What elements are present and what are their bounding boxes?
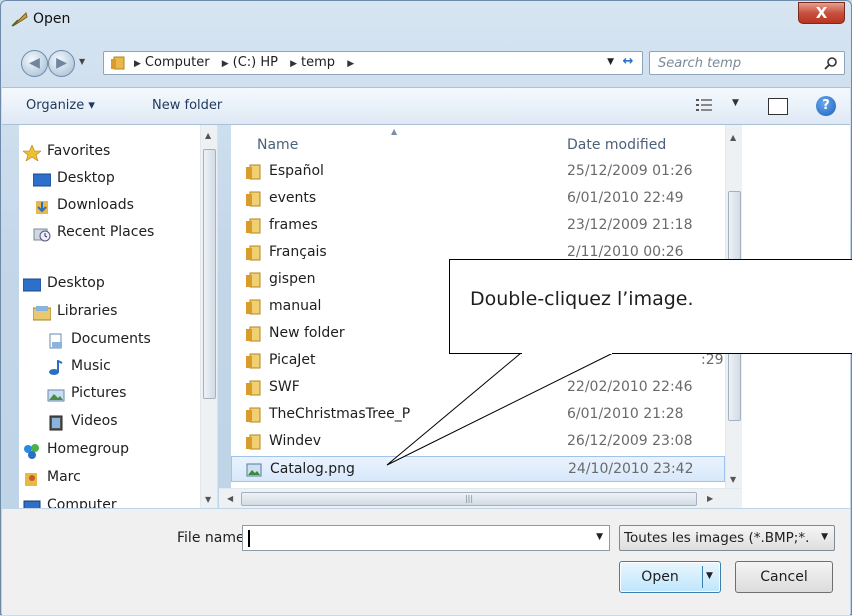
list-item[interactable]: SWF 22/02/2010 22:46	[231, 375, 725, 401]
open-button-label: Open	[641, 569, 679, 585]
scroll-down-icon[interactable]: ▼	[205, 495, 211, 504]
title-bar[interactable]: Open X	[1, 1, 851, 35]
folder-icon	[246, 434, 261, 450]
folder-icon	[246, 407, 261, 423]
filter-dropdown-icon[interactable]: ▼	[821, 532, 828, 542]
music-icon	[49, 360, 63, 375]
file-name-dropdown-icon[interactable]: ▼	[596, 532, 603, 542]
list-item[interactable]: events 6/01/2010 22:49	[231, 186, 725, 212]
address-dropdown-icon[interactable]: ▼	[607, 57, 614, 67]
scroll-left-icon[interactable]: ◀	[227, 494, 233, 503]
folder-icon	[246, 326, 261, 342]
breadcrumb-separator-icon[interactable]: ▶	[290, 59, 297, 69]
breadcrumb-temp[interactable]: temp	[301, 55, 335, 70]
close-button[interactable]: X	[798, 2, 845, 24]
refresh-icon[interactable]: ↔	[618, 54, 638, 72]
view-options-dropdown-icon[interactable]: ▼	[732, 98, 739, 108]
scroll-up-icon[interactable]: ▲	[205, 131, 211, 140]
list-item-selected[interactable]: Catalog.png 24/10/2010 23:42	[231, 456, 725, 482]
split-divider	[702, 566, 703, 588]
file-list-horizontal-scrollbar[interactable]: ◀ ||| ▶	[219, 488, 742, 508]
list-item[interactable]: Español 25/12/2009 01:26	[231, 159, 725, 185]
file-name-label: File name:	[177, 530, 250, 546]
open-button[interactable]: Open ▼	[619, 561, 721, 593]
user-folder-icon	[25, 473, 37, 486]
folder-icon	[246, 272, 261, 288]
desktop-icon	[33, 173, 51, 187]
sort-ascending-icon: ▲	[391, 127, 398, 136]
scroll-up-icon[interactable]: ▲	[730, 133, 736, 142]
window-title: Open	[33, 11, 71, 27]
organize-menu-button[interactable]: Organize ▾	[26, 98, 95, 113]
folder-icon	[246, 353, 261, 369]
change-view-icon[interactable]	[696, 98, 712, 112]
folder-icon	[246, 218, 261, 234]
scroll-down-icon[interactable]: ▼	[730, 475, 736, 484]
preview-pane-icon[interactable]	[768, 98, 788, 115]
breadcrumb: ▶ Computer ▶ (C:) HP ▶ temp ▶	[130, 55, 358, 70]
computer-icon	[23, 500, 41, 508]
downloads-icon	[36, 201, 48, 214]
videos-icon	[49, 415, 63, 431]
list-item[interactable]: TheChristmasTree_P 6/01/2010 21:28	[231, 402, 725, 428]
forward-button[interactable]: ▶	[48, 50, 75, 77]
address-bar[interactable]: ▶ Computer ▶ (C:) HP ▶ temp ▶ ▼ ↔	[103, 51, 643, 75]
folder-icon	[246, 299, 261, 315]
recent-locations-dropdown[interactable]: ▼	[79, 57, 85, 66]
scroll-right-icon[interactable]: ▶	[707, 494, 713, 503]
open-dialog: Open X ◀ ▶ ▼ ▶ Computer ▶ (C:) HP ▶ temp ▶ …	[0, 0, 852, 615]
text-caret	[248, 530, 250, 547]
help-icon[interactable]: ?	[816, 96, 836, 116]
cancel-button[interactable]: Cancel	[735, 561, 833, 593]
folder-icon	[246, 380, 261, 396]
image-file-icon	[246, 463, 262, 477]
app-feather-icon	[11, 12, 28, 27]
list-item[interactable]: frames 23/12/2009 21:18	[231, 213, 725, 239]
column-header-name[interactable]: Name	[257, 137, 298, 153]
file-type-filter-value: Toutes les images (*.BMP;*.D	[624, 530, 810, 546]
forward-arrow-icon: ▶	[56, 55, 67, 71]
breadcrumb-separator-icon[interactable]: ▶	[134, 59, 141, 69]
open-options-dropdown-icon[interactable]: ▼	[706, 571, 713, 581]
file-type-filter-select[interactable]: Toutes les images (*.BMP;*.D ▼	[619, 525, 835, 551]
breadcrumb-separator-icon[interactable]: ▶	[347, 59, 354, 69]
folder-icon	[246, 164, 261, 180]
scrollbar-thumb[interactable]	[203, 149, 216, 399]
command-toolbar: Organize ▾ New folder ▼ ?	[2, 87, 850, 125]
column-header-date-modified[interactable]: Date modified	[567, 137, 666, 153]
search-placeholder: Search temp	[658, 56, 742, 71]
libraries-icon	[33, 306, 51, 321]
new-folder-button[interactable]: New folder	[152, 98, 222, 113]
desktop-icon	[23, 278, 41, 292]
star-icon	[23, 145, 41, 161]
folder-icon	[246, 191, 261, 207]
callout-box: Double-cliquez l’image.	[449, 259, 852, 354]
homegroup-icon	[24, 444, 39, 459]
navigation-pane: Favorites Desktop Downloads Recent Place…	[19, 125, 218, 508]
file-name-input[interactable]: ▼	[242, 525, 610, 551]
scrollbar-thumb[interactable]: |||	[241, 492, 697, 506]
navigation-pane-scrollbar[interactable]: ▲ ▼	[200, 125, 217, 508]
recent-places-icon	[33, 228, 51, 242]
search-icon[interactable]	[824, 56, 838, 70]
folder-icon	[111, 56, 125, 70]
list-item[interactable]: Windev 26/12/2009 23:08	[231, 429, 725, 455]
folder-icon	[246, 245, 261, 261]
back-button[interactable]: ◀	[21, 50, 48, 77]
back-arrow-icon: ◀	[29, 55, 40, 71]
breadcrumb-separator-icon[interactable]: ▶	[222, 59, 229, 69]
breadcrumb-computer[interactable]: Computer	[145, 55, 210, 70]
documents-icon	[49, 333, 62, 349]
pictures-icon	[47, 389, 65, 402]
breadcrumb-drive[interactable]: (C:) HP	[233, 55, 278, 70]
search-box[interactable]: Search temp	[649, 51, 845, 75]
callout-text: Double-cliquez l’image.	[470, 288, 694, 310]
